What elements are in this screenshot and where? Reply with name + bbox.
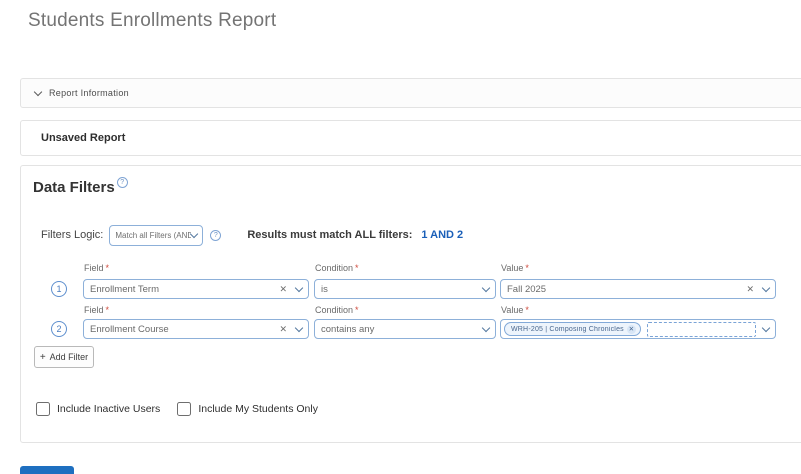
value-column-label: Value * <box>501 263 529 273</box>
add-filter-button[interactable]: + Add Filter <box>34 346 94 368</box>
page: Students Enrollments Report Report Infor… <box>0 0 801 474</box>
filters-logic-select[interactable]: Match all Filters (AND) <box>109 224 204 246</box>
include-my-students-only-checkbox[interactable] <box>177 402 192 416</box>
value-select[interactable]: Fall 2025 ✕ <box>500 279 776 299</box>
options-row: Include Inactive Users Include My Studen… <box>36 402 318 416</box>
field-column-label: Field * <box>84 263 110 273</box>
required-asterisk: * <box>525 263 529 273</box>
value-column-label: Value * <box>501 305 529 315</box>
chevron-down-icon <box>761 323 771 332</box>
field-select[interactable]: Enrollment Term ✕ <box>83 279 309 299</box>
add-filter-label: Add Filter <box>49 352 89 362</box>
chevron-down-icon <box>761 283 771 292</box>
condition-select[interactable]: is <box>314 279 496 299</box>
run-report-button[interactable] <box>20 466 74 474</box>
filter-logic-expression: 1 AND 2 <box>421 229 464 241</box>
chevron-down-icon <box>33 87 43 97</box>
field-column-label: Field * <box>84 305 110 315</box>
field-select[interactable]: Enrollment Course ✕ <box>83 319 309 339</box>
selected-value-chip[interactable]: WRH-205 | Composing Chronicles ✕ <box>504 322 641 336</box>
clear-icon[interactable]: ✕ <box>279 324 287 335</box>
value-multiselect[interactable]: WRH-205 | Composing Chronicles ✕ <box>500 319 776 339</box>
plus-icon: + <box>39 351 46 363</box>
unsaved-report-bar: Unsaved Report <box>20 120 801 156</box>
required-asterisk: * <box>105 263 110 273</box>
condition-select[interactable]: contains any <box>314 319 496 339</box>
required-asterisk: * <box>105 305 110 315</box>
filters-logic-value: Match all Filters (AND) <box>115 230 192 240</box>
condition-column-label: Condition * <box>315 305 359 315</box>
report-information-header[interactable]: Report Information <box>20 78 801 108</box>
unsaved-report-label: Unsaved Report <box>41 132 126 144</box>
filters-logic-label: Filters Logic: <box>41 229 104 241</box>
filters-logic-row: Filters Logic: Match all Filters (AND) ?… <box>41 224 463 246</box>
results-must-match-text: Results must match ALL filters: <box>247 229 413 241</box>
chip-remove-icon[interactable]: ✕ <box>626 324 636 334</box>
required-asterisk: * <box>355 263 359 273</box>
value-input[interactable] <box>646 321 756 337</box>
help-icon[interactable]: ? <box>210 229 222 241</box>
chevron-down-icon <box>294 323 304 332</box>
help-icon[interactable]: ? <box>116 177 128 188</box>
filter-number-badge: 2 <box>51 321 67 337</box>
data-filters-panel: Data Filters? Filters Logic: Match all F… <box>20 165 801 443</box>
data-filters-title: Data Filters <box>33 179 115 196</box>
checkbox-label: Include My Students Only <box>198 403 318 415</box>
required-asterisk: * <box>525 305 529 315</box>
report-information-label: Report Information <box>49 88 129 98</box>
checkbox-label: Include Inactive Users <box>57 403 161 415</box>
required-asterisk: * <box>355 305 359 315</box>
chevron-down-icon <box>190 229 199 238</box>
chevron-down-icon <box>294 283 304 292</box>
chevron-down-icon <box>481 323 491 332</box>
clear-icon[interactable]: ✕ <box>279 284 287 295</box>
chevron-down-icon <box>481 283 491 292</box>
filter-number-badge: 1 <box>51 281 67 297</box>
clear-icon[interactable]: ✕ <box>746 284 754 295</box>
condition-column-label: Condition * <box>315 263 359 273</box>
include-inactive-users-checkbox[interactable] <box>36 402 50 416</box>
page-title: Students Enrollments Report <box>28 10 277 31</box>
